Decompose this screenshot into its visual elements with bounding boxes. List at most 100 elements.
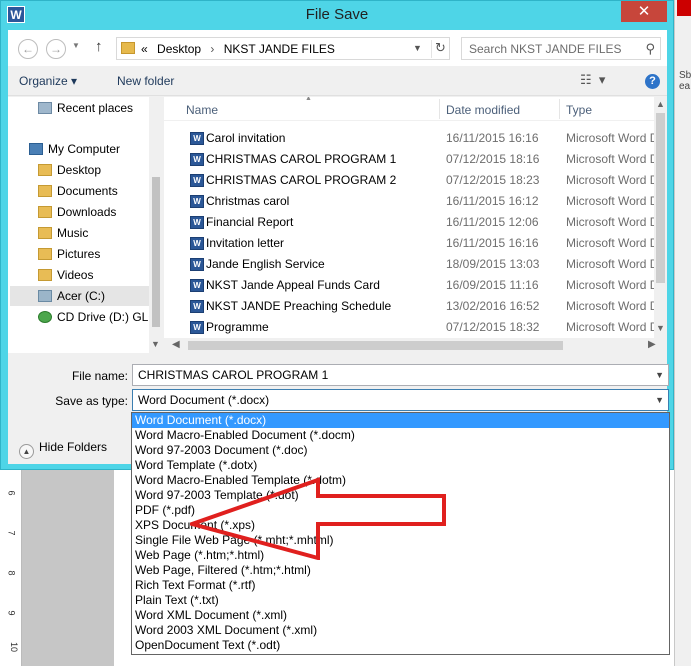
file-date: 07/12/2015 18:32 xyxy=(446,320,540,334)
file-row[interactable]: W Jande English Service 18/09/2015 13:03 Mi… xyxy=(164,254,654,275)
command-bar: Organize ▾ New folder ☷ ▾ ? xyxy=(8,66,667,96)
option-plain-text[interactable]: Plain Text (*.txt) xyxy=(132,593,669,608)
word-document-icon: W xyxy=(190,153,204,166)
option-opendocument-text[interactable]: OpenDocument Text (*.odt) xyxy=(132,638,669,653)
breadcrumb-desktop[interactable]: Desktop xyxy=(157,42,201,56)
organize-button[interactable]: Organize ▾ xyxy=(19,74,77,88)
file-row[interactable]: W Financial Report 16/11/2015 12:06 Microso… xyxy=(164,212,654,233)
scroll-right-icon[interactable]: ▶ xyxy=(648,339,656,350)
file-name: NKST JANDE Preaching Schedule xyxy=(206,299,392,313)
ruler-mark: 9 xyxy=(6,610,17,616)
forward-button[interactable]: → xyxy=(46,39,66,59)
help-icon[interactable]: ? xyxy=(645,74,660,89)
title-bar[interactable]: W File Save ✕ xyxy=(1,1,673,29)
save-as-type-select[interactable]: Word Document (*.docx) ▼ xyxy=(132,389,669,411)
nav-scroll-thumb[interactable] xyxy=(152,177,160,327)
nav-item-music[interactable]: Music xyxy=(38,223,163,243)
option-rich-text-format[interactable]: Rich Text Format (*.rtf) xyxy=(132,578,669,593)
option-word-macro-document[interactable]: Word Macro-Enabled Document (*.docm) xyxy=(132,428,669,443)
nav-item-acer-c[interactable]: Acer (C:) xyxy=(10,286,149,306)
option-pdf[interactable]: PDF (*.pdf) xyxy=(132,503,669,518)
column-header-type[interactable]: Type xyxy=(566,103,592,117)
edge-text-2: ea xyxy=(679,81,691,92)
save-as-type-label: Save as type: xyxy=(55,394,128,408)
nav-item-label: Acer (C:) xyxy=(57,289,105,303)
nav-item-videos[interactable]: Videos xyxy=(38,265,163,285)
nav-scrollbar[interactable]: ▼ xyxy=(149,97,163,353)
file-list-vertical-scrollbar[interactable]: ▲ ▼ xyxy=(654,97,667,338)
file-row[interactable]: W NKST Jande Appeal Funds Card 16/09/2015 … xyxy=(164,275,654,296)
option-word-template[interactable]: Word Template (*.dotx) xyxy=(132,458,669,473)
word-document-icon: W xyxy=(190,174,204,187)
search-icon[interactable]: ⚲ xyxy=(645,41,655,57)
ruler-mark: 10 xyxy=(9,641,20,653)
back-button[interactable]: ← xyxy=(18,39,38,59)
option-word-97-2003-template[interactable]: Word 97-2003 Template (*.dot) xyxy=(132,488,669,503)
option-single-file-web-page[interactable]: Single File Web Page (*.mht;*.mhtml) xyxy=(132,533,669,548)
vertical-ruler: 6 7 8 9 10 xyxy=(0,470,22,666)
word-document-icon: W xyxy=(190,279,204,292)
hide-folders-button[interactable]: ▲ Hide Folders xyxy=(19,440,107,459)
folder-icon xyxy=(38,206,52,218)
breadcrumb-separator[interactable]: › xyxy=(210,42,214,56)
folder-icon xyxy=(38,227,52,239)
option-word-macro-template[interactable]: Word Macro-Enabled Template (*.dotm) xyxy=(132,473,669,488)
vertical-scroll-thumb[interactable] xyxy=(656,113,665,283)
change-view-icon[interactable]: ☷ ▾ xyxy=(580,72,605,88)
nav-item-label: Desktop xyxy=(57,163,102,177)
address-dropdown-icon[interactable]: ▼ xyxy=(413,43,422,53)
nav-item-pictures[interactable]: Pictures xyxy=(38,244,163,264)
up-arrow-icon[interactable]: ↑ xyxy=(95,38,103,55)
file-name: CHRISTMAS CAROL PROGRAM 1 xyxy=(206,152,397,166)
chevron-down-icon[interactable]: ▼ xyxy=(655,390,664,410)
nav-item-label: Music xyxy=(57,226,89,240)
option-web-page-filtered[interactable]: Web Page, Filtered (*.htm;*.html) xyxy=(132,563,669,578)
option-web-page[interactable]: Web Page (*.htm;*.html) xyxy=(132,548,669,563)
scroll-left-icon[interactable]: ◀ xyxy=(172,339,180,350)
scroll-down-icon[interactable]: ▼ xyxy=(656,323,665,333)
chevron-down-icon[interactable]: ▼ xyxy=(655,365,664,385)
scroll-up-icon[interactable]: ▲ xyxy=(656,99,665,109)
option-xps-document[interactable]: XPS Document (*.xps) xyxy=(132,518,669,533)
recent-locations-chevron-icon[interactable]: ▼ xyxy=(72,41,80,50)
drive-icon xyxy=(38,290,52,302)
scroll-down-icon[interactable]: ▼ xyxy=(151,339,160,349)
address-row: ← → ▼ ↑ « Desktop › NKST JANDE FILES ▼ ↻… xyxy=(8,30,667,66)
file-name-field[interactable]: CHRISTMAS CAROL PROGRAM 1 ▼ xyxy=(132,364,669,386)
file-row[interactable]: W CHRISTMAS CAROL PROGRAM 1 07/12/2015 18:… xyxy=(164,149,654,170)
file-row[interactable]: W NKST JANDE Preaching Schedule 13/02/2016… xyxy=(164,296,654,317)
option-word-2003-xml-document[interactable]: Word 2003 XML Document (*.xml) xyxy=(132,623,669,638)
horizontal-scroll-thumb[interactable] xyxy=(188,341,563,350)
nav-item-my-computer[interactable]: My Computer xyxy=(29,139,163,159)
column-divider[interactable] xyxy=(559,99,560,119)
refresh-icon[interactable]: ↻ xyxy=(431,40,449,58)
nav-item-downloads[interactable]: Downloads xyxy=(38,202,163,222)
file-row[interactable]: W Carol invitation 16/11/2015 16:16 Microso… xyxy=(164,128,654,149)
option-word-document[interactable]: Word Document (*.docx) xyxy=(132,413,669,428)
nav-item-recent-places[interactable]: Recent places xyxy=(38,98,163,118)
nav-item-cd-drive[interactable]: CD Drive (D:) GLO xyxy=(38,307,163,327)
file-row[interactable]: W CHRISTMAS CAROL PROGRAM 2 07/12/2015 18:… xyxy=(164,170,654,191)
column-header-date[interactable]: Date modified xyxy=(446,103,520,117)
new-folder-button[interactable]: New folder xyxy=(117,74,174,88)
address-bar[interactable]: « Desktop › NKST JANDE FILES ▼ ↻ xyxy=(116,37,450,60)
column-divider[interactable] xyxy=(439,99,440,119)
column-header-name[interactable]: Name xyxy=(186,103,218,117)
file-row[interactable]: W Programme 07/12/2015 18:32 Microsoft Word… xyxy=(164,317,654,338)
breadcrumb-overflow[interactable]: « xyxy=(141,42,148,56)
option-word-xml-document[interactable]: Word XML Document (*.xml) xyxy=(132,608,669,623)
file-date: 16/11/2015 16:12 xyxy=(446,194,539,208)
breadcrumb-current-folder[interactable]: NKST JANDE FILES xyxy=(224,42,335,56)
edge-text-1: Sb xyxy=(679,70,691,81)
option-word-97-2003-document[interactable]: Word 97-2003 Document (*.doc) xyxy=(132,443,669,458)
sort-ascending-icon: ▲ xyxy=(305,97,312,102)
search-input[interactable]: Search NKST JANDE FILES ⚲ xyxy=(461,37,661,60)
nav-item-documents[interactable]: Documents xyxy=(38,181,163,201)
file-list-horizontal-scrollbar[interactable]: ◀ ▶ xyxy=(164,338,667,353)
nav-item-desktop[interactable]: Desktop xyxy=(38,160,163,180)
word-document-icon: W xyxy=(190,195,204,208)
recent-places-icon xyxy=(38,102,52,114)
file-row[interactable]: W Christmas carol 16/11/2015 16:12 Microsof… xyxy=(164,191,654,212)
file-row[interactable]: W Invitation letter 16/11/2015 16:16 Micros… xyxy=(164,233,654,254)
close-button[interactable]: ✕ xyxy=(621,1,667,22)
